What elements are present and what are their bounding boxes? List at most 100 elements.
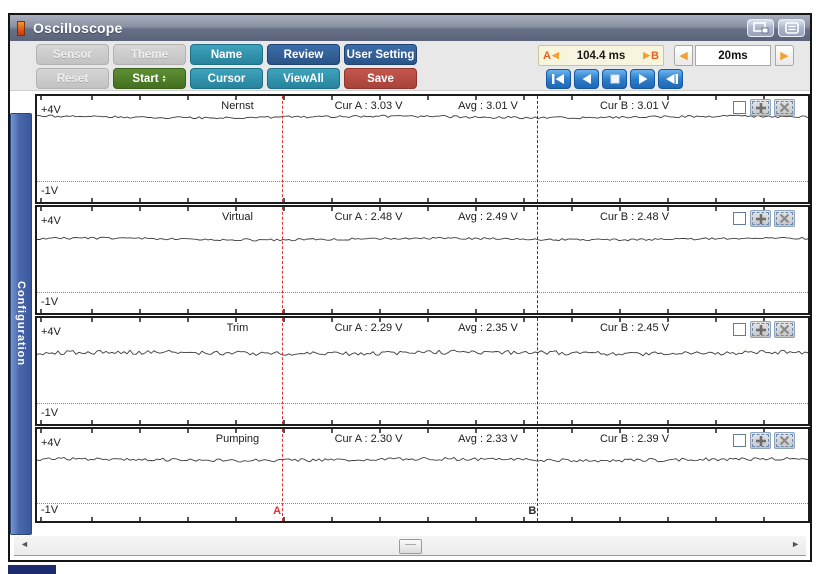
cursor-b-value: Cur B : 3.01 V	[599, 100, 670, 112]
cursor-a-readout-label: A	[543, 49, 551, 62]
stop-icon	[610, 74, 619, 84]
zero-gridline	[37, 180, 808, 182]
zero-gridline	[37, 291, 808, 293]
channel-name: Pumping	[215, 433, 260, 445]
channel-header: +4V Pumping Cur A : 2.30 V Avg : 2.33 V …	[37, 433, 808, 449]
avg-value: Avg : 2.33 V	[458, 433, 518, 445]
cursor-a-line[interactable]	[282, 318, 284, 424]
cursor-a-value: Cur A : 2.30 V	[334, 433, 403, 445]
close-icon	[779, 102, 790, 113]
cursor-a-line[interactable]	[282, 429, 284, 521]
sensor-button[interactable]: Sensor	[36, 44, 109, 65]
channel-name: Trim	[226, 322, 249, 334]
play-button[interactable]	[630, 69, 655, 89]
cursor-b-line[interactable]	[537, 207, 539, 313]
cursor-b-tag[interactable]: B	[528, 505, 536, 517]
save-button[interactable]: Save	[344, 68, 417, 89]
ruler-ticks-bottom	[37, 517, 808, 521]
channel-close-button[interactable]	[774, 321, 795, 338]
channel-close-button[interactable]	[774, 432, 795, 449]
toolbar: Sensor Theme Name Review User Setting Re…	[10, 41, 810, 91]
ruler-ticks-bottom	[37, 309, 808, 313]
channel-visibility-checkbox[interactable]	[733, 323, 746, 336]
channel-visibility-checkbox[interactable]	[733, 212, 746, 225]
cursor-b-line[interactable]	[537, 429, 539, 521]
channel-name: Virtual	[221, 211, 253, 223]
horizontal-scrollbar[interactable]: ◄ ►	[14, 536, 806, 556]
cursor-a-tag[interactable]: A	[273, 505, 281, 517]
plus-icon	[755, 213, 766, 224]
configuration-tab[interactable]: Configuration	[10, 113, 32, 535]
plus-icon	[755, 102, 766, 113]
viewall-button[interactable]: ViewAll	[267, 68, 340, 89]
timebase-increase-button[interactable]: ▶	[775, 45, 794, 66]
cursor-a-line[interactable]	[282, 96, 284, 202]
playback-controls	[546, 69, 683, 89]
channel-visibility-checkbox[interactable]	[733, 101, 746, 114]
channel-panel-nernst: +4V Nernst Cur A : 3.03 V Avg : 3.01 V C…	[35, 94, 810, 204]
cursor-b-right-arrow-icon[interactable]: ▶	[642, 50, 651, 61]
step-back-button[interactable]	[574, 69, 599, 89]
channel-move-button[interactable]	[750, 99, 771, 116]
skip-to-end-button[interactable]	[658, 69, 683, 89]
window-menu-button[interactable]	[778, 19, 805, 37]
close-icon	[779, 324, 790, 335]
cursor-a-line[interactable]	[282, 207, 284, 313]
ruler-ticks-bottom	[37, 420, 808, 424]
timebase-stepper: ◀ 20ms ▶	[674, 45, 794, 66]
cursor-a-left-arrow-icon[interactable]: ◀	[551, 50, 560, 61]
ab-time-readout: A ◀ 104.4 ms ▶ B	[538, 45, 664, 66]
review-button[interactable]: Review	[267, 44, 340, 65]
channel-close-button[interactable]	[774, 210, 795, 227]
cursor-b-line[interactable]	[537, 96, 539, 202]
cursor-button[interactable]: Cursor	[190, 68, 263, 89]
scope-main-area: Configuration +4V Nernst Cur A : 3.03 V …	[10, 91, 810, 560]
spinner-arrows-icon: ▲ ▼	[161, 73, 167, 84]
configuration-tab-label: Configuration	[15, 281, 27, 367]
cursor-b-line[interactable]	[537, 318, 539, 424]
channel-move-button[interactable]	[750, 321, 771, 338]
scrollbar-track[interactable]	[36, 538, 784, 554]
cursor-a-value: Cur A : 2.29 V	[334, 322, 403, 334]
stop-button[interactable]	[602, 69, 627, 89]
timebase-decrease-button[interactable]: ◀	[674, 45, 693, 66]
display-icon	[752, 22, 768, 34]
scroll-right-arrow-icon[interactable]: ►	[791, 539, 800, 549]
channel-close-button[interactable]	[774, 99, 795, 116]
close-icon	[779, 213, 790, 224]
title-bar: Oscilloscope	[10, 15, 810, 41]
menu-icon	[784, 22, 799, 34]
scroll-left-arrow-icon[interactable]: ◄	[20, 539, 29, 549]
channel-header: +4V Virtual Cur A : 2.48 V Avg : 2.49 V …	[37, 211, 808, 227]
window-title: Oscilloscope	[33, 20, 123, 36]
cursor-b-value: Cur B : 2.48 V	[599, 211, 670, 223]
start-button[interactable]: Start ▲ ▼	[113, 68, 186, 89]
oscilloscope-window: Oscilloscope Sensor Theme Name Review Us…	[8, 13, 812, 562]
vmin-label: -1V	[41, 296, 59, 308]
screen: Oscilloscope Sensor Theme Name Review Us…	[0, 0, 816, 574]
button-grid: Sensor Theme Name Review User Setting Re…	[36, 44, 417, 92]
channel-panel-virtual: +4V Virtual Cur A : 2.48 V Avg : 2.49 V …	[35, 205, 810, 315]
user-setting-button[interactable]: User Setting	[344, 44, 417, 65]
channel-visibility-checkbox[interactable]	[733, 434, 746, 447]
channel-stack: +4V Nernst Cur A : 3.03 V Avg : 3.01 V C…	[35, 94, 810, 524]
theme-button[interactable]: Theme	[113, 44, 186, 65]
avg-value: Avg : 2.49 V	[458, 211, 518, 223]
reset-button[interactable]: Reset	[36, 68, 109, 89]
cursor-b-value: Cur B : 2.39 V	[599, 433, 670, 445]
skip-start-icon	[551, 74, 564, 84]
channel-name: Nernst	[221, 100, 254, 112]
channel-header: +4V Trim Cur A : 2.29 V Avg : 2.35 V Cur…	[37, 322, 808, 338]
window-display-button[interactable]	[747, 19, 774, 37]
cursor-a-value: Cur A : 3.03 V	[334, 100, 403, 112]
skip-to-start-button[interactable]	[546, 69, 571, 89]
zero-gridline	[37, 502, 808, 504]
scrollbar-thumb[interactable]	[398, 539, 422, 554]
channel-move-button[interactable]	[750, 210, 771, 227]
time-controls: A ◀ 104.4 ms ▶ B ◀ 20ms ▶	[538, 45, 794, 66]
close-icon	[779, 435, 790, 446]
channel-move-button[interactable]	[750, 432, 771, 449]
cursor-b-readout-label: B	[651, 49, 659, 62]
vmax-label: +4V	[41, 104, 61, 116]
name-button[interactable]: Name	[190, 44, 263, 65]
